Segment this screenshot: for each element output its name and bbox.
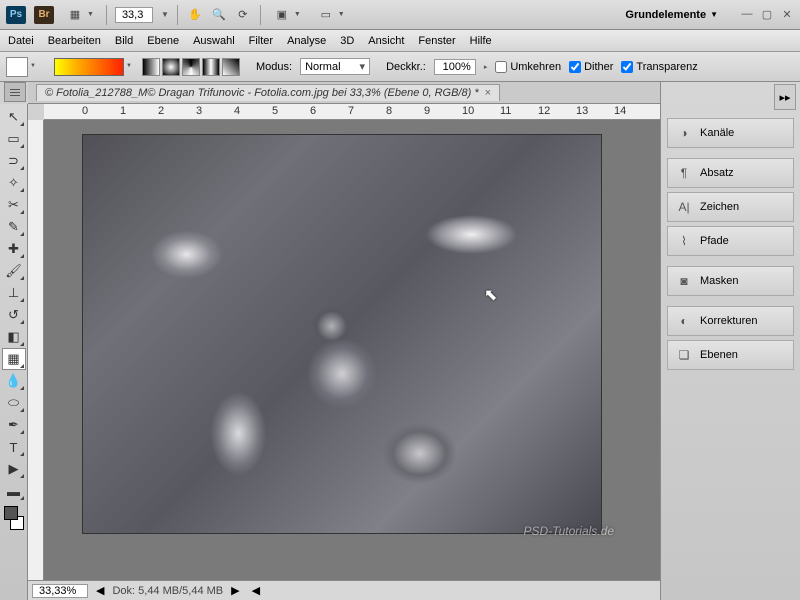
status-doc-size: Dok: 5,44 MB/5,44 MB <box>112 585 223 597</box>
toolbox: ↖ ▭ ⊃ ✧ ✂ ✎ ✚ 🖌 ⊥ ↺ ◧ ▦ 💧 ⬭ ✒ T ▶ ▬ <box>0 104 28 600</box>
menu-window[interactable]: Fenster <box>418 35 455 47</box>
panel-adjustments[interactable]: ◐Korrekturen <box>667 306 794 336</box>
bridge-icon[interactable]: Br <box>34 6 54 24</box>
close-tab-icon[interactable]: × <box>485 87 491 99</box>
photoshop-icon[interactable]: Ps <box>6 6 26 24</box>
pen-tool[interactable]: ✒ <box>2 414 26 436</box>
main-menubar: Datei Bearbeiten Bild Ebene Auswahl Filt… <box>0 30 800 52</box>
mode-select[interactable]: Normal <box>300 58 370 75</box>
crop-tool[interactable]: ✂ <box>2 194 26 216</box>
tool-preset-dropdown[interactable] <box>6 57 28 77</box>
menu-image[interactable]: Bild <box>115 35 133 47</box>
layout-dropdown[interactable]: ▦ <box>62 4 98 26</box>
path-select-tool[interactable]: ▶ <box>2 458 26 480</box>
type-tool[interactable]: T <box>2 436 26 458</box>
panel-layers[interactable]: ❏Ebenen <box>667 340 794 370</box>
right-dock: ▸▸ ◑Kanäle ¶Absatz A|Zeichen ⌇Pfade ◙Mas… <box>660 82 800 600</box>
document-tabbar: © Fotolia_212788_M© Dragan Trifunovic - … <box>28 82 660 104</box>
status-bar: 33,33% ◀ Dok: 5,44 MB/5,44 MB ▶ ◀ <box>28 580 660 600</box>
heal-tool[interactable]: ✚ <box>2 238 26 260</box>
stamp-tool[interactable]: ⊥ <box>2 282 26 304</box>
wand-tool[interactable]: ✧ <box>2 172 26 194</box>
menu-filter[interactable]: Filter <box>249 35 273 47</box>
eraser-tool[interactable]: ◧ <box>2 326 26 348</box>
paths-icon: ⌇ <box>676 233 692 249</box>
gradient-picker[interactable] <box>54 58 124 76</box>
maximize-button[interactable]: ▢ <box>760 8 774 21</box>
zoom-input[interactable]: 33,3 <box>115 7 153 23</box>
reverse-checkbox[interactable]: Umkehren <box>495 61 561 73</box>
panel-channels[interactable]: ◑Kanäle <box>667 118 794 148</box>
adjustments-icon: ◐ <box>676 313 692 329</box>
panel-paragraph[interactable]: ¶Absatz <box>667 158 794 188</box>
hand-tool-icon[interactable]: ✋ <box>186 6 204 24</box>
gradient-linear[interactable] <box>142 58 160 76</box>
marquee-tool[interactable]: ▭ <box>2 128 26 150</box>
dock-expand-icon[interactable]: ▸▸ <box>774 84 796 110</box>
screen-mode-dropdown[interactable]: ▭ <box>313 4 349 26</box>
panel-masks[interactable]: ◙Masken <box>667 266 794 296</box>
character-icon: A| <box>676 199 692 215</box>
channels-icon: ◑ <box>676 125 692 141</box>
toolbox-collapse[interactable] <box>4 82 26 102</box>
tool-options-bar: Modus: Normal Deckkr.: 100% ▸ Umkehren D… <box>0 52 800 82</box>
gradient-angle[interactable] <box>182 58 200 76</box>
close-button[interactable]: ✕ <box>780 8 794 21</box>
workspace-dropdown[interactable]: Grundelemente <box>619 7 724 23</box>
watermark: PSD-Tutorials.de <box>524 524 614 538</box>
eyedropper-tool[interactable]: ✎ <box>2 216 26 238</box>
opacity-input[interactable]: 100% <box>434 59 476 75</box>
menu-view[interactable]: Ansicht <box>368 35 404 47</box>
status-zoom[interactable]: 33,33% <box>32 584 88 598</box>
move-tool[interactable]: ↖ <box>2 106 26 128</box>
brush-tool[interactable]: 🖌 <box>2 260 26 282</box>
shape-tool[interactable]: ▬ <box>2 480 26 502</box>
menu-3d[interactable]: 3D <box>340 35 354 47</box>
zoom-tool-icon[interactable]: 🔍 <box>210 6 228 24</box>
minimize-button[interactable]: — <box>740 8 754 21</box>
dither-checkbox[interactable]: Dither <box>569 61 613 73</box>
panel-paths[interactable]: ⌇Pfade <box>667 226 794 256</box>
menu-file[interactable]: Datei <box>8 35 34 47</box>
color-swap[interactable] <box>2 504 26 534</box>
gradient-diamond[interactable] <box>222 58 240 76</box>
dodge-tool[interactable]: ⬭ <box>2 392 26 414</box>
ruler-horizontal[interactable]: 0 1 2 3 4 5 6 7 8 9 10 11 12 13 14 <box>44 104 660 120</box>
gradient-radial[interactable] <box>162 58 180 76</box>
lasso-tool[interactable]: ⊃ <box>2 150 26 172</box>
menu-help[interactable]: Hilfe <box>470 35 492 47</box>
document-tab[interactable]: © Fotolia_212788_M© Dragan Trifunovic - … <box>36 84 500 101</box>
menu-edit[interactable]: Bearbeiten <box>48 35 101 47</box>
opacity-label: Deckkr.: <box>386 61 426 73</box>
masks-icon: ◙ <box>676 273 692 289</box>
history-brush-tool[interactable]: ↺ <box>2 304 26 326</box>
arrange-dropdown[interactable]: ▣ <box>269 4 305 26</box>
blur-tool[interactable]: 💧 <box>2 370 26 392</box>
transparency-checkbox[interactable]: Transparenz <box>621 61 697 73</box>
menu-layer[interactable]: Ebene <box>147 35 179 47</box>
gradient-reflected[interactable] <box>202 58 220 76</box>
document-image <box>82 134 602 534</box>
rotate-icon[interactable]: ⟳ <box>234 6 252 24</box>
panel-character[interactable]: A|Zeichen <box>667 192 794 222</box>
ruler-vertical[interactable] <box>28 120 44 580</box>
menu-select[interactable]: Auswahl <box>193 35 235 47</box>
app-topbar: Ps Br ▦ 33,3 ▼ ✋ 🔍 ⟳ ▣ ▭ Grundelemente —… <box>0 0 800 30</box>
paragraph-icon: ¶ <box>676 165 692 181</box>
canvas[interactable]: ⬉ PSD-Tutorials.de <box>44 120 660 580</box>
mode-label: Modus: <box>256 61 292 73</box>
layers-icon: ❏ <box>676 347 692 363</box>
menu-analysis[interactable]: Analyse <box>287 35 326 47</box>
gradient-tool[interactable]: ▦ <box>2 348 26 370</box>
